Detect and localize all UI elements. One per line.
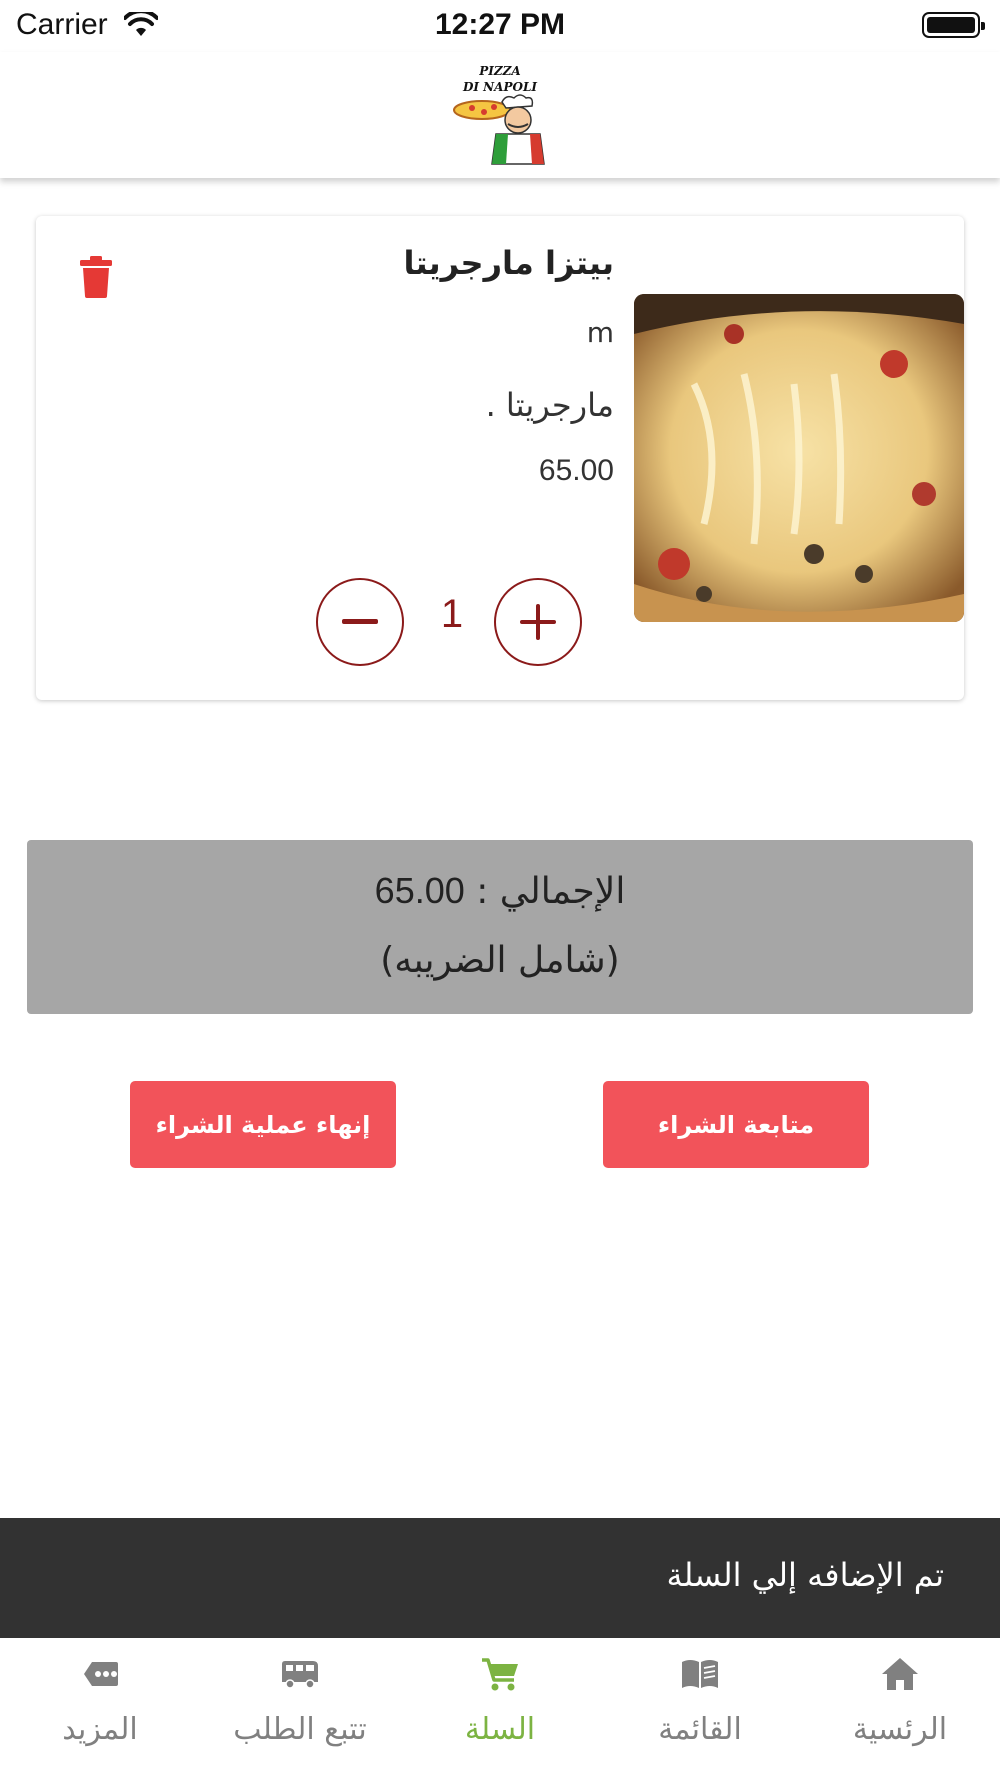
tab-home[interactable]: الرئسية xyxy=(800,1638,1000,1778)
status-time: 12:27 PM xyxy=(434,8,566,41)
cart-icon xyxy=(482,1658,518,1691)
item-description: مارجريتا . xyxy=(485,386,614,424)
tab-home-label: الرئسية xyxy=(852,1712,948,1747)
minus-icon xyxy=(342,619,378,624)
total-amount: 65.00 xyxy=(374,870,465,911)
total-line: الإجمالي : 65.00 xyxy=(27,870,973,912)
logo-line-2: DI NAPOLI xyxy=(462,80,537,94)
book-icon xyxy=(682,1660,718,1688)
pizza-image xyxy=(634,294,964,622)
increase-quantity-button[interactable] xyxy=(494,578,582,666)
item-size: m xyxy=(586,316,614,349)
bottom-tab-bar: المزيد تتبع الطلب السلة القائمة الرئسية xyxy=(0,1638,1000,1778)
item-price: 65.00 xyxy=(538,454,614,487)
decrease-quantity-button[interactable] xyxy=(316,578,404,666)
tab-track-order-label: تتبع الطلب xyxy=(233,1712,367,1747)
finish-checkout-button[interactable]: إنهاء عملية الشراء xyxy=(130,1081,396,1168)
toast-message: تم الإضافه إلي السلة xyxy=(666,1556,944,1594)
home-icon xyxy=(882,1658,918,1690)
tab-menu-label: القائمة xyxy=(658,1712,742,1747)
quantity-value: 1 xyxy=(440,592,464,636)
tab-more-label: المزيد xyxy=(62,1712,138,1747)
tax-note: (شامل الضريبه) xyxy=(380,940,620,981)
battery-icon xyxy=(922,12,985,38)
status-bar: Carrier 12:27 PM xyxy=(0,0,1000,52)
delete-item-button[interactable] xyxy=(78,256,114,298)
order-total-box: الإجمالي : 65.00 (شامل الضريبه) xyxy=(27,840,973,1014)
tab-cart-label: السلة xyxy=(464,1712,536,1747)
tab-more[interactable]: المزيد xyxy=(0,1638,200,1778)
plus-icon xyxy=(520,604,556,640)
app-header: PIZZA DI NAPOLI xyxy=(0,52,1000,178)
continue-shopping-button[interactable]: متابعة الشراء xyxy=(603,1081,869,1168)
logo-line-1: PIZZA xyxy=(479,64,521,78)
chef-icon xyxy=(453,94,545,165)
more-icon xyxy=(84,1662,118,1686)
tab-menu[interactable]: القائمة xyxy=(600,1638,800,1778)
cart-item-card: بيتزا مارجريتا m مارجريتا . 65.00 1 xyxy=(36,216,964,700)
item-name: بيتزا مارجريتا xyxy=(403,244,614,282)
added-to-cart-toast: تم الإضافه إلي السلة xyxy=(0,1518,1000,1638)
tab-track-order[interactable]: تتبع الطلب xyxy=(200,1638,400,1778)
total-label: الإجمالي : xyxy=(464,871,626,912)
pizza-di-napoli-logo: PIZZA DI NAPOLI xyxy=(450,60,550,165)
delivery-van-icon xyxy=(282,1661,318,1689)
tab-cart[interactable]: السلة xyxy=(400,1638,600,1778)
trash-icon xyxy=(80,256,112,298)
